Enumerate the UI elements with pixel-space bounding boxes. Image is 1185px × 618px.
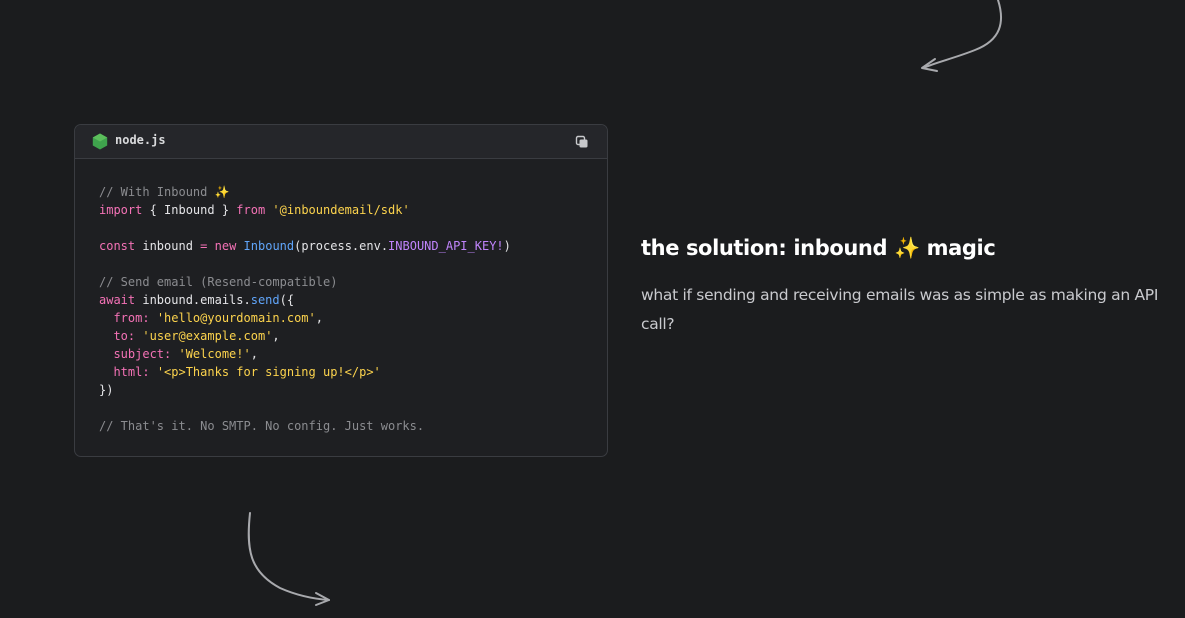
code-token: send <box>250 293 280 307</box>
code-line: const inbound = new Inbound(process.env.… <box>99 237 583 255</box>
code-token: ) <box>503 239 511 253</box>
code-token: from <box>236 203 266 217</box>
nodejs-hexagon-icon <box>92 133 108 150</box>
code-token: ({ <box>279 293 295 307</box>
code-block: node.js // With Inbound ✨ import { Inboun… <box>74 124 608 457</box>
code-token: , <box>272 329 280 343</box>
code-token: await <box>99 293 136 307</box>
code-block-header: node.js <box>75 125 607 159</box>
curved-arrow-icon <box>247 512 330 606</box>
code-token: (process.env. <box>294 239 389 253</box>
code-line: }) <box>99 381 583 399</box>
code-content: // With Inbound ✨ import { Inbound } from… <box>75 159 607 435</box>
code-token: 'Welcome!' <box>178 347 251 361</box>
code-token: new <box>214 239 237 253</box>
code-token: inbound <box>135 239 201 253</box>
code-line: subject: 'Welcome!', <box>99 345 583 363</box>
code-token: Inbound <box>243 239 295 253</box>
code-token: , <box>315 311 323 325</box>
code-line: // Send email (Resend-compatible) <box>99 273 583 291</box>
code-token: // That's it. No SMTP. No config. Just w… <box>99 419 425 433</box>
code-language-label: node.js <box>115 133 166 147</box>
solution-section: the solution: inbound ✨ magic what if se… <box>641 236 1171 339</box>
code-token: 'user@example.com' <box>142 329 273 343</box>
section-heading: the solution: inbound ✨ magic <box>641 236 996 260</box>
copy-icon[interactable] <box>575 135 589 149</box>
code-line: html: '<p>Thanks for signing up!</p>' <box>99 363 583 381</box>
code-token: INBOUND_API_KEY! <box>388 239 504 253</box>
code-line: import { Inbound } from '@inboundemail/s… <box>99 201 583 219</box>
code-token: , <box>250 347 258 361</box>
code-token: inbound.emails. <box>135 293 251 307</box>
code-token: // Send email (Resend-compatible) <box>99 275 338 289</box>
code-token: html: <box>113 365 150 379</box>
curved-arrow-icon <box>921 0 1002 72</box>
code-token: to: <box>113 329 136 343</box>
code-line: await inbound.emails.send({ <box>99 291 583 309</box>
code-token: '<p>Thanks for signing up!</p>' <box>156 365 381 379</box>
code-token: import <box>99 203 143 217</box>
code-token: from: <box>113 311 150 325</box>
code-token: '@inboundemail/sdk' <box>272 203 410 217</box>
code-token: { Inbound } <box>142 203 237 217</box>
code-line: // With Inbound ✨ <box>99 183 583 201</box>
code-line: to: 'user@example.com', <box>99 327 583 345</box>
code-token: // With Inbound ✨ <box>99 185 230 199</box>
section-description: what if sending and receiving emails was… <box>641 286 1159 333</box>
code-token: }) <box>99 383 114 397</box>
code-token: 'hello@yourdomain.com' <box>156 311 316 325</box>
code-line: from: 'hello@yourdomain.com', <box>99 309 583 327</box>
code-token: subject: <box>113 347 172 361</box>
code-line: // That's it. No SMTP. No config. Just w… <box>99 417 583 435</box>
code-token: const <box>99 239 136 253</box>
